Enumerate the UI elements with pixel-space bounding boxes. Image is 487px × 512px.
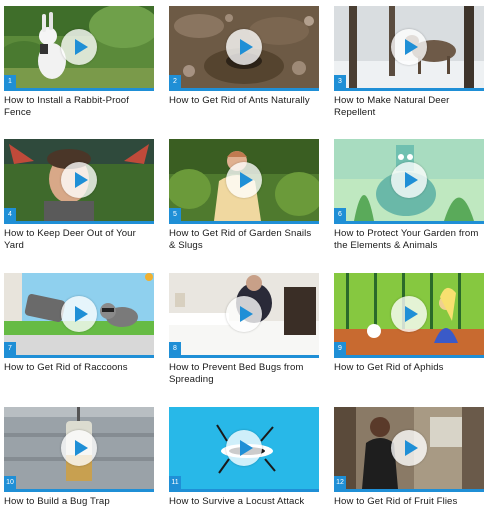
play-icon[interactable] bbox=[61, 296, 97, 332]
video-card-1[interactable]: 1 How to Install a Rabbit-Proof Fence bbox=[4, 6, 154, 119]
video-title[interactable]: How to Get Rid of Aphids bbox=[334, 362, 484, 374]
video-title[interactable]: How to Build a Bug Trap bbox=[4, 496, 154, 508]
play-icon[interactable] bbox=[391, 430, 427, 466]
play-icon[interactable] bbox=[226, 29, 262, 65]
video-title[interactable]: How to Get Rid of Fruit Flies bbox=[334, 496, 484, 508]
video-thumbnail[interactable]: 9 bbox=[334, 273, 484, 358]
video-thumbnail[interactable]: 7 bbox=[4, 273, 154, 358]
video-number: 8 bbox=[169, 342, 181, 355]
video-thumbnail[interactable]: 12 bbox=[334, 407, 484, 492]
video-number: 12 bbox=[334, 476, 346, 489]
video-card-5[interactable]: 5 How to Get Rid of Garden Snails & Slug… bbox=[169, 139, 319, 252]
video-number: 6 bbox=[334, 208, 346, 221]
video-grid: 1 How to Install a Rabbit-Proof Fence 2 … bbox=[0, 0, 487, 512]
play-icon[interactable] bbox=[226, 162, 262, 198]
video-thumbnail[interactable]: 5 bbox=[169, 139, 319, 224]
video-title[interactable]: How to Protect Your Garden from the Elem… bbox=[334, 228, 484, 252]
video-title[interactable]: How to Make Natural Deer Repellent bbox=[334, 95, 484, 119]
video-thumbnail[interactable]: 8 bbox=[169, 273, 319, 358]
video-number: 10 bbox=[4, 476, 16, 489]
video-card-8[interactable]: 8 How to Prevent Bed Bugs from Spreading bbox=[169, 273, 319, 386]
video-title[interactable]: How to Survive a Locust Attack bbox=[169, 496, 319, 508]
play-icon[interactable] bbox=[61, 29, 97, 65]
video-title[interactable]: How to Prevent Bed Bugs from Spreading bbox=[169, 362, 319, 386]
video-thumbnail[interactable]: 1 bbox=[4, 6, 154, 91]
video-card-4[interactable]: 4 How to Keep Deer Out of Your Yard bbox=[4, 139, 154, 252]
play-icon[interactable] bbox=[226, 430, 262, 466]
video-card-10[interactable]: 10 How to Build a Bug Trap bbox=[4, 407, 154, 508]
video-title[interactable]: How to Get Rid of Raccoons bbox=[4, 362, 154, 374]
video-number: 4 bbox=[4, 208, 16, 221]
video-number: 1 bbox=[4, 75, 16, 88]
video-number: 7 bbox=[4, 342, 16, 355]
video-title[interactable]: How to Install a Rabbit-Proof Fence bbox=[4, 95, 154, 119]
video-card-9[interactable]: 9 How to Get Rid of Aphids bbox=[334, 273, 484, 374]
video-number: 9 bbox=[334, 342, 346, 355]
video-number: 2 bbox=[169, 75, 181, 88]
video-thumbnail[interactable]: 3 bbox=[334, 6, 484, 91]
video-thumbnail[interactable]: 6 bbox=[334, 139, 484, 224]
play-icon[interactable] bbox=[226, 296, 262, 332]
video-thumbnail[interactable]: 10 bbox=[4, 407, 154, 492]
video-thumbnail[interactable]: 4 bbox=[4, 139, 154, 224]
video-number: 3 bbox=[334, 75, 346, 88]
video-card-11[interactable]: 11 How to Survive a Locust Attack bbox=[169, 407, 319, 508]
video-title[interactable]: How to Keep Deer Out of Your Yard bbox=[4, 228, 154, 252]
video-thumbnail[interactable]: 11 bbox=[169, 407, 319, 492]
video-card-3[interactable]: 3 How to Make Natural Deer Repellent bbox=[334, 6, 484, 119]
video-number: 11 bbox=[169, 476, 181, 489]
video-card-6[interactable]: 6 How to Protect Your Garden from the El… bbox=[334, 139, 484, 252]
video-number: 5 bbox=[169, 208, 181, 221]
video-card-12[interactable]: 12 How to Get Rid of Fruit Flies bbox=[334, 407, 484, 508]
play-icon[interactable] bbox=[391, 296, 427, 332]
video-thumbnail[interactable]: 2 bbox=[169, 6, 319, 91]
play-icon[interactable] bbox=[61, 430, 97, 466]
video-title[interactable]: How to Get Rid of Ants Naturally bbox=[169, 95, 319, 107]
video-card-7[interactable]: 7 How to Get Rid of Raccoons bbox=[4, 273, 154, 374]
play-icon[interactable] bbox=[391, 162, 427, 198]
video-card-2[interactable]: 2 How to Get Rid of Ants Naturally bbox=[169, 6, 319, 107]
play-icon[interactable] bbox=[391, 29, 427, 65]
play-icon[interactable] bbox=[61, 162, 97, 198]
video-title[interactable]: How to Get Rid of Garden Snails & Slugs bbox=[169, 228, 319, 252]
